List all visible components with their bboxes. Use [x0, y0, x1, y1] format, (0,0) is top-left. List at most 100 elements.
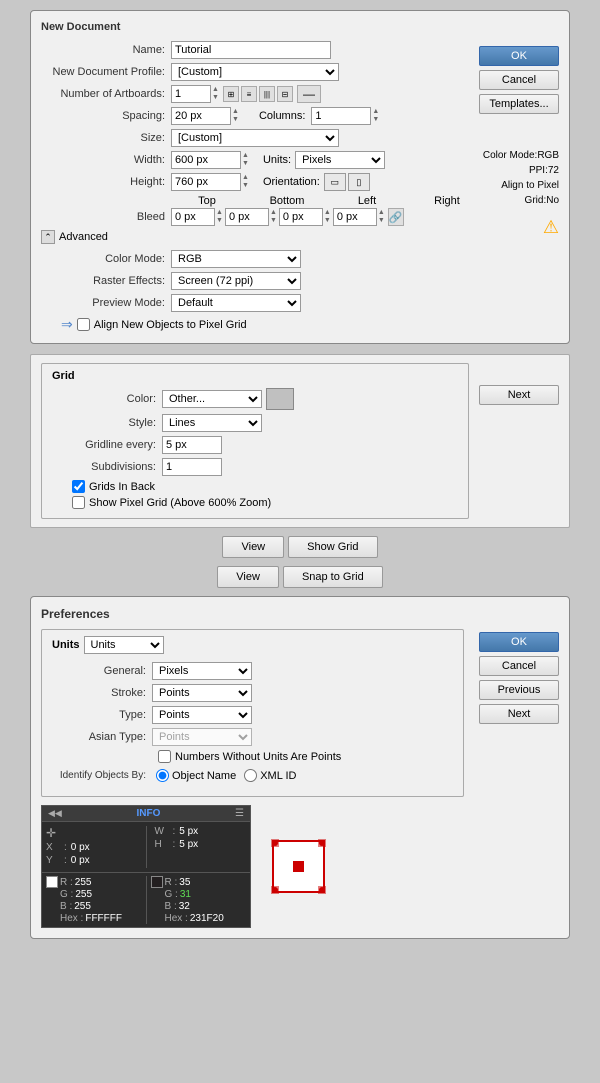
columns-input[interactable]	[311, 107, 371, 125]
grid-color-label: Color:	[52, 393, 162, 405]
minus-button[interactable]: —	[297, 85, 321, 103]
height-label: Height:	[41, 176, 171, 188]
col-icon[interactable]: |||	[259, 86, 275, 102]
raster-select[interactable]: Screen (72 ppi)	[171, 272, 301, 290]
info-right-col: W : 5 px H : 5 px	[155, 826, 247, 868]
units-fieldset-label: Units	[52, 639, 80, 651]
size-select[interactable]: [Custom]	[171, 129, 339, 147]
bleed-right-spinner[interactable]: ▲▼	[378, 209, 385, 225]
snap-to-grid-button[interactable]: Snap to Grid	[283, 566, 383, 588]
xml-id-radio[interactable]	[244, 769, 257, 782]
info-color-right: R : 35 G : 31 B : 32 Hex : 231F20	[151, 876, 247, 924]
general-select[interactable]: Pixels	[152, 662, 252, 680]
units-dropdown[interactable]: Units	[84, 636, 164, 654]
cancel-button[interactable]: Cancel	[479, 70, 559, 90]
width-input[interactable]	[171, 151, 241, 169]
grid-style-select[interactable]: Lines	[162, 414, 262, 432]
x-label: X	[46, 842, 60, 853]
xml-id-option: XML ID	[244, 769, 296, 782]
info-sidebar: Color Mode:RGB PPI:72 Align to Pixel Gri…	[479, 148, 559, 241]
show-grid-button[interactable]: Show Grid	[288, 536, 377, 558]
grid-fieldset: Grid Color: Other... Style: Lines Gridli…	[41, 363, 469, 519]
arrange-icon[interactable]: ⊟	[277, 86, 293, 102]
raster-label: Raster Effects:	[41, 275, 171, 287]
portrait-button[interactable]: ▭	[324, 173, 346, 191]
stroke-select[interactable]: Points	[152, 684, 252, 702]
numbers-checkbox[interactable]	[158, 750, 171, 763]
advanced-toggle[interactable]: ⌃	[41, 230, 55, 244]
align-checkbox[interactable]	[77, 318, 90, 331]
r2-label: R :	[165, 877, 178, 888]
object-name-radio[interactable]	[156, 769, 169, 782]
height-input[interactable]	[171, 173, 241, 191]
ok-button[interactable]: OK	[479, 46, 559, 66]
info-menu-icon[interactable]: ☰	[235, 808, 244, 819]
bleed-left-input[interactable]	[279, 208, 323, 226]
units-select[interactable]: Pixels	[295, 151, 385, 169]
width-label: Width:	[41, 154, 171, 166]
bleed-top-input[interactable]	[171, 208, 215, 226]
color-mode-select[interactable]: RGB	[171, 250, 301, 268]
grid-icon[interactable]: ⊞	[223, 86, 239, 102]
landscape-button[interactable]: ▯	[348, 173, 370, 191]
preview-select[interactable]: Default	[171, 294, 301, 312]
prefs-cancel-button[interactable]: Cancel	[479, 656, 559, 676]
row-icon[interactable]: ≡	[241, 86, 257, 102]
name-input[interactable]	[171, 41, 331, 59]
grid-color-swatch[interactable]	[266, 388, 294, 410]
type-row: Type: Points	[52, 706, 453, 724]
columns-spinner[interactable]: ▲ ▼	[372, 108, 379, 124]
view-button-1[interactable]: View	[222, 536, 284, 558]
info-color-mode: Color Mode:RGB	[479, 148, 559, 163]
show-pixel-checkbox[interactable]	[72, 496, 85, 509]
type-select[interactable]: Points	[152, 706, 252, 724]
grids-in-back-checkbox[interactable]	[72, 480, 85, 493]
templates-button[interactable]: Templates...	[479, 94, 559, 114]
grid-next-button[interactable]: Next	[479, 385, 559, 405]
width-spinner[interactable]: ▲ ▼	[242, 152, 249, 168]
info-body: ✛ X : 0 px Y : 0 px W	[42, 822, 250, 872]
view-snap-grid-row: View Snap to Grid	[0, 566, 600, 588]
info-xy-row: X : 0 px	[46, 842, 138, 853]
view-button-2[interactable]: View	[217, 566, 279, 588]
info-collapse-icon[interactable]: ◀◀	[48, 808, 62, 819]
profile-select[interactable]: [Custom]	[171, 63, 339, 81]
bleed-top-spinner[interactable]: ▲▼	[216, 209, 223, 225]
grids-in-back-row: Grids In Back	[72, 480, 458, 493]
spacing-spinner[interactable]: ▲ ▼	[232, 108, 239, 124]
bleed-bottom-spinner[interactable]: ▲▼	[270, 209, 277, 225]
color-mode-row: Color Mode: RGB	[41, 250, 469, 268]
general-label: General:	[52, 665, 152, 677]
info-header: ◀◀ INFO ☰	[42, 806, 250, 822]
grid-color-select[interactable]: Other...	[162, 390, 262, 408]
b1-value: 255	[74, 901, 91, 912]
align-row: ⇒ Align New Objects to Pixel Grid	[61, 316, 469, 333]
prefs-next-button[interactable]: Next	[479, 704, 559, 724]
g2-value: 31	[180, 889, 191, 900]
advanced-header[interactable]: ⌃ Advanced	[41, 230, 469, 244]
artboards-input[interactable]	[171, 85, 211, 103]
bleed-left-group: ▲▼	[279, 208, 331, 226]
artboard-icons: ⊞ ≡ ||| ⊟	[223, 86, 293, 102]
info-align-pixel: Align to Pixel Grid:No	[479, 178, 559, 208]
general-row: General: Pixels	[52, 662, 453, 680]
subdivisions-input[interactable]	[162, 458, 222, 476]
lock-icon[interactable]: 🔗	[388, 208, 404, 226]
height-spinner[interactable]: ▲ ▼	[242, 174, 249, 190]
prefs-previous-button[interactable]: Previous	[479, 680, 559, 700]
subdivisions-label: Subdivisions:	[52, 461, 162, 473]
bleed-bottom-group: ▲▼	[225, 208, 277, 226]
gridline-input[interactable]	[162, 436, 222, 454]
asian-type-select[interactable]: Points	[152, 728, 252, 746]
columns-label: Columns:	[259, 110, 305, 122]
grid-gridline-row: Gridline every:	[52, 436, 458, 454]
prefs-ok-button[interactable]: OK	[479, 632, 559, 652]
b2-value: 32	[179, 901, 190, 912]
bleed-left-spinner[interactable]: ▲▼	[324, 209, 331, 225]
spacing-input[interactable]	[171, 107, 231, 125]
bleed-right-input[interactable]	[333, 208, 377, 226]
bleed-bottom-input[interactable]	[225, 208, 269, 226]
artboards-spinner[interactable]: ▲ ▼	[212, 86, 219, 102]
width-input-group: ▲ ▼	[171, 151, 249, 169]
numbers-label: Numbers Without Units Are Points	[175, 751, 341, 763]
